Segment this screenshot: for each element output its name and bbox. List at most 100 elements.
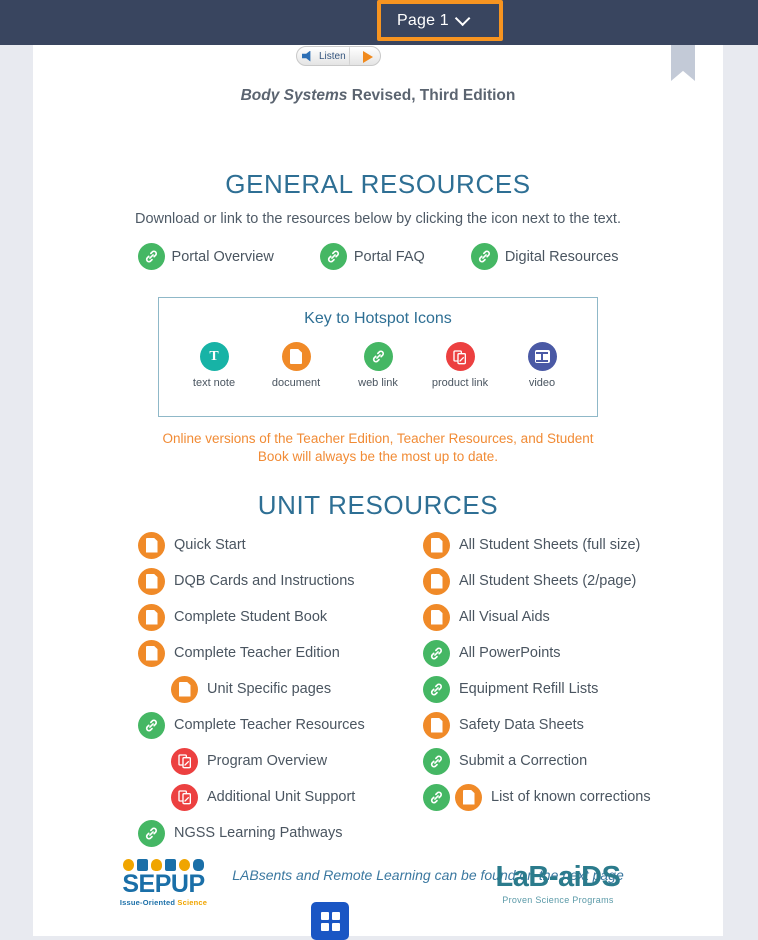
grid-thumbnails-button[interactable] <box>311 902 349 940</box>
chevron-down-icon <box>454 10 471 27</box>
unit-resource-label: All PowerPoints <box>459 645 561 661</box>
product-link-icon[interactable] <box>171 747 198 775</box>
unit-resources-left-column: Quick Start DQB Cards and Instructions Com… <box>138 527 428 851</box>
unit-resource-item[interactable]: All PowerPoints <box>423 635 723 671</box>
unit-resource-item[interactable]: All Student Sheets (full size) <box>423 527 723 563</box>
document-icon <box>281 342 311 371</box>
unit-resource-item[interactable]: Additional Unit Support <box>138 779 428 815</box>
unit-resource-icons <box>423 783 482 811</box>
unit-resource-icons <box>138 711 165 739</box>
page-selector-label: Page 1 <box>397 11 449 29</box>
general-resources-instruction: Download or link to the resources below … <box>134 211 621 227</box>
sepup-science-icons <box>111 857 216 871</box>
unit-resource-icons <box>423 675 450 703</box>
general-resource-label: Portal Overview <box>171 248 274 265</box>
unit-resource-label: Complete Teacher Edition <box>174 645 340 661</box>
unit-resource-icons <box>423 531 450 559</box>
web-link-icon[interactable] <box>423 675 450 703</box>
unit-resource-icons <box>138 819 165 847</box>
unit-resource-icons <box>423 639 450 667</box>
unit-resource-item[interactable]: All Student Sheets (2/page) <box>423 563 723 599</box>
product-link-icon[interactable] <box>171 783 198 811</box>
general-resource-item[interactable]: Portal Overview <box>137 243 274 270</box>
document-icon[interactable] <box>138 567 165 595</box>
unit-resource-label: Program Overview <box>207 753 328 769</box>
unit-resource-icons <box>423 711 450 739</box>
unit-resource-label: Safety Data Sheets <box>459 717 584 733</box>
unit-resource-item[interactable]: Submit a Correction <box>423 743 723 779</box>
unit-resource-item[interactable]: Equipment Refill Lists <box>423 671 723 707</box>
web-link-icon[interactable] <box>423 639 450 667</box>
sepup-tagline-b: Science <box>177 898 208 907</box>
document-icon[interactable] <box>423 531 450 559</box>
online-versions-notice: Online versions of the Teacher Edition, … <box>162 431 594 465</box>
hotspot-key-item-video: video <box>505 342 579 389</box>
document-title-italic: Body Systems <box>240 87 348 104</box>
sepup-tagline-a: Issue-Oriented <box>119 898 178 907</box>
general-resource-item[interactable]: Digital Resources <box>470 243 618 270</box>
web-link-icon[interactable] <box>137 243 165 270</box>
unit-resource-icons <box>171 783 198 811</box>
web-link-icon[interactable] <box>423 747 450 775</box>
unit-resource-label: Quick Start <box>174 537 246 553</box>
bookmark-ribbon-icon[interactable] <box>671 45 695 81</box>
hotspot-key-label: video <box>528 377 556 389</box>
document-icon[interactable] <box>138 639 165 667</box>
unit-resource-icons <box>138 603 165 631</box>
lab-aids-wordmark: LaB-aiDS <box>495 861 621 893</box>
hotspot-key-item-product-link: product link <box>423 342 497 389</box>
play-triangle-icon[interactable] <box>363 51 373 63</box>
web-link-icon[interactable] <box>423 783 450 811</box>
general-resource-item[interactable]: Portal FAQ <box>319 243 425 270</box>
unit-resource-label: All Visual Aids <box>459 609 550 625</box>
unit-resource-label: List of known corrections <box>491 789 651 805</box>
general-resources-heading: GENERAL RESOURCES <box>225 169 531 199</box>
unit-resource-label: All Student Sheets (2/page) <box>459 573 637 589</box>
unit-resource-label: Complete Teacher Resources <box>174 717 365 733</box>
document-icon[interactable] <box>423 567 450 595</box>
hotspot-key-title: Key to Hotspot Icons <box>304 310 452 327</box>
hotspot-key-item-document: document <box>259 342 333 389</box>
document-icon[interactable] <box>138 603 165 631</box>
web-link-icon[interactable] <box>470 243 498 270</box>
unit-resource-label: Equipment Refill Lists <box>459 681 599 697</box>
document-title-rest: Revised, Third Edition <box>347 87 516 104</box>
unit-resource-item[interactable]: Program Overview <box>138 743 428 779</box>
unit-resource-label: Submit a Correction <box>459 753 588 769</box>
document-icon[interactable] <box>455 783 482 811</box>
unit-resource-item[interactable]: Quick Start <box>138 527 428 563</box>
unit-resource-item[interactable]: DQB Cards and Instructions <box>138 563 428 599</box>
unit-resource-icons <box>138 531 165 559</box>
unit-resource-item[interactable]: Complete Student Book <box>138 599 428 635</box>
unit-resource-item[interactable]: Complete Teacher Edition <box>138 635 428 671</box>
hotspot-key-label: product link <box>431 377 489 389</box>
page-selector-dropdown[interactable]: Page 1 <box>381 1 482 40</box>
unit-resource-icons <box>423 567 450 595</box>
unit-resource-label: DQB Cards and Instructions <box>174 573 355 589</box>
listen-audio-widget[interactable]: Listen <box>296 46 381 66</box>
unit-resource-icons <box>423 747 450 775</box>
unit-resource-item[interactable]: All Visual Aids <box>423 599 723 635</box>
web-link-icon[interactable] <box>138 819 165 847</box>
unit-resource-item[interactable]: Complete Teacher Resources <box>138 707 428 743</box>
document-icon[interactable] <box>423 711 450 739</box>
lab-aids-logo: LaB-aiDS Proven Science Programs <box>483 861 633 906</box>
listen-label: Listen <box>319 50 346 62</box>
unit-resource-item[interactable]: NGSS Learning Pathways <box>138 815 428 851</box>
unit-resource-item[interactable]: List of known corrections <box>423 779 723 815</box>
divider <box>349 47 350 65</box>
video-icon <box>527 342 557 371</box>
product-link-icon <box>445 342 475 371</box>
unit-resource-icons <box>423 603 450 631</box>
speaker-icon <box>302 50 311 62</box>
unit-resource-item[interactable]: Unit Specific pages <box>138 671 428 707</box>
sepup-wordmark: SEPUP <box>122 870 205 898</box>
document-icon[interactable] <box>423 603 450 631</box>
unit-resource-item[interactable]: Safety Data Sheets <box>423 707 723 743</box>
document-icon[interactable] <box>171 675 198 703</box>
unit-resource-icons <box>171 675 198 703</box>
document-icon[interactable] <box>138 531 165 559</box>
hotspot-key-item-web-link: web link <box>341 342 415 389</box>
web-link-icon[interactable] <box>138 711 165 739</box>
web-link-icon[interactable] <box>319 243 347 270</box>
